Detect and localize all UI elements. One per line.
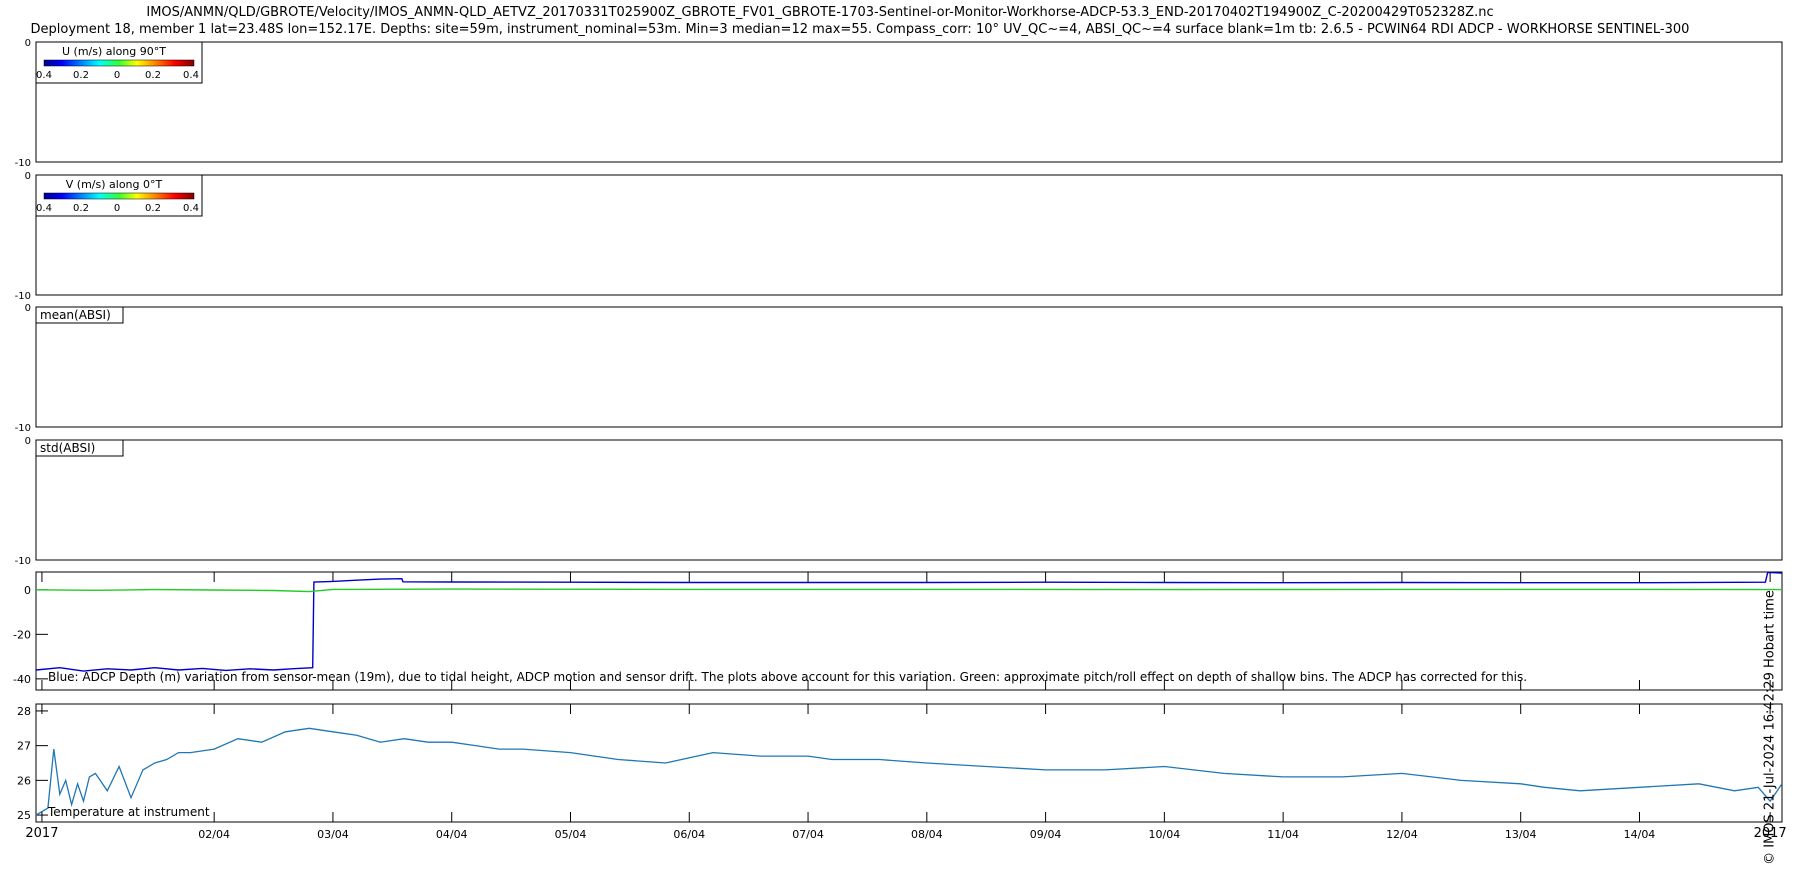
- colorbar-tick-label: 0: [114, 203, 120, 214]
- colorbar-tick-label: 0.4: [183, 203, 199, 214]
- ytick-label: 26: [17, 774, 31, 787]
- xtick-label: 2017: [25, 826, 58, 841]
- colorbar-tick-label: 0.4: [36, 203, 52, 214]
- colorbar-title: V (m/s) along 0°T: [66, 178, 163, 191]
- xtick-label: 03/04: [317, 828, 349, 841]
- ytick-label: 0: [25, 303, 31, 314]
- xtick-label: 08/04: [911, 828, 943, 841]
- ytick-label: -20: [13, 628, 31, 641]
- xtick-label: 06/04: [673, 828, 705, 841]
- ytick-label: 25: [17, 809, 31, 822]
- panel-6-axes: [35, 703, 1783, 823]
- panel-2-axes: [35, 174, 1783, 296]
- colorbar-title: U (m/s) along 90°T: [62, 45, 166, 58]
- ytick-label: 0: [25, 436, 31, 447]
- ytick-label: 27: [17, 740, 31, 753]
- ytick-label: -10: [15, 291, 31, 302]
- ytick-label: 0: [24, 584, 31, 597]
- xtick-label: 11/04: [1267, 828, 1299, 841]
- panel-label: std(ABSI): [40, 441, 95, 455]
- ytick-label: -10: [15, 423, 31, 434]
- panel-4-axes: [35, 439, 1783, 561]
- ytick-label: 0: [25, 171, 31, 182]
- xtick-label: 12/04: [1386, 828, 1418, 841]
- colorbar: [43, 59, 195, 67]
- colorbar-tick-label: 0.2: [145, 203, 161, 214]
- xtick-label: 09/04: [1030, 828, 1062, 841]
- colorbar-tick-label: 0.2: [73, 70, 89, 81]
- temperature-label: Temperature at instrument: [47, 805, 210, 819]
- ytick-label: 0: [25, 38, 31, 49]
- ytick-label: -10: [15, 556, 31, 567]
- xtick-label: 10/04: [1149, 828, 1181, 841]
- xtick-label: 02/04: [198, 828, 230, 841]
- xtick-label: 14/04: [1624, 828, 1656, 841]
- credit-label: © IMOS 21-Jul-2024 16:42:29 Hobart time: [1762, 590, 1778, 865]
- colorbar-tick-label: 0.2: [73, 203, 89, 214]
- panel-1-axes: [35, 41, 1783, 163]
- depth-annotation: Blue: ADCP Depth (m) variation from sens…: [48, 670, 1527, 684]
- xtick-label: 04/04: [436, 828, 468, 841]
- colorbar: [43, 192, 195, 200]
- ytick-label: -40: [13, 673, 31, 686]
- colorbar-tick-label: 0: [114, 70, 120, 81]
- ytick-label: 28: [17, 705, 31, 718]
- xtick-label: 05/04: [555, 828, 587, 841]
- ytick-label: -10: [15, 158, 31, 169]
- colorbar-tick-label: 0.4: [36, 70, 52, 81]
- figure-canvas: 0-10U (m/s) along 90°T0.4 0.2 0 0.2 0.40-10V…: [13, 38, 1787, 841]
- xtick-label: 07/04: [792, 828, 824, 841]
- colorbar-tick-label: 0.4: [183, 70, 199, 81]
- xtick-label: 13/04: [1505, 828, 1537, 841]
- panel-3-axes: [35, 306, 1783, 428]
- panel-label: mean(ABSI): [40, 308, 111, 322]
- colorbar-tick-label: 0.2: [145, 70, 161, 81]
